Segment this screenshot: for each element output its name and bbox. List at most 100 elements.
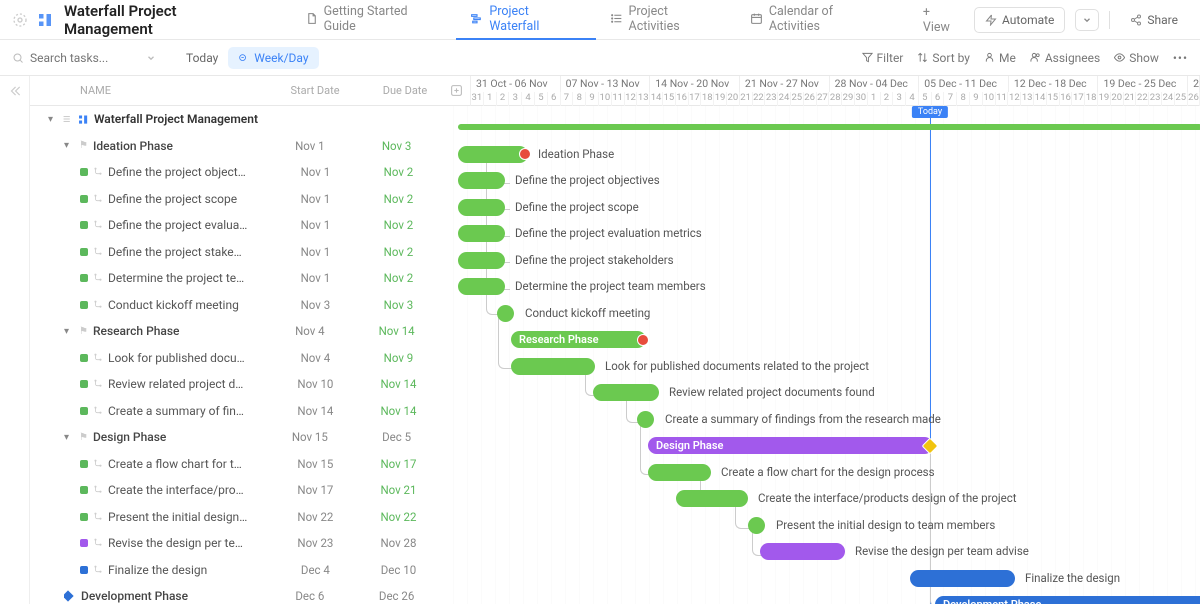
- gantt-bar[interactable]: [458, 199, 505, 216]
- gantt-panel[interactable]: TodayIdeation PhaseDefine the project ob…: [440, 106, 1200, 604]
- task-row[interactable]: Create a summary of finding...Nov 14Nov …: [30, 398, 440, 425]
- range-toggle[interactable]: Week/Day: [228, 47, 318, 69]
- gantt-bar[interactable]: [648, 464, 711, 481]
- task-row[interactable]: Review related project docu...Nov 10Nov …: [30, 371, 440, 398]
- me-button[interactable]: Me: [984, 51, 1016, 65]
- collapse-chevron-icon[interactable]: ▾: [64, 432, 74, 443]
- today-button[interactable]: Today: [176, 47, 228, 69]
- gantt-bar[interactable]: [458, 252, 505, 269]
- share-button[interactable]: Share: [1120, 8, 1188, 32]
- show-label: Show: [1129, 51, 1159, 65]
- start-date: Nov 15: [266, 430, 353, 444]
- status-dot: [80, 486, 88, 494]
- gantt-bar[interactable]: [458, 278, 505, 295]
- search-input[interactable]: [30, 51, 140, 65]
- gantt-bar-label: Define the project objectives: [515, 173, 660, 187]
- gantt-bar[interactable]: Research Phase: [511, 331, 646, 348]
- gantt-bar[interactable]: [676, 490, 748, 507]
- gantt-bar-label: Review related project documents found: [669, 385, 875, 399]
- gantt-bar[interactable]: Design Phase: [648, 437, 933, 454]
- filter-button[interactable]: Filter: [862, 51, 904, 65]
- task-row[interactable]: ▾Waterfall Project Management: [30, 106, 440, 133]
- collapse-chevron-icon[interactable]: ▾: [48, 114, 57, 125]
- search-box[interactable]: [12, 51, 156, 65]
- assignees-label: Assignees: [1045, 51, 1100, 65]
- gantt-bar[interactable]: [458, 225, 505, 242]
- gantt-milestone[interactable]: [748, 517, 765, 534]
- gantt-bar[interactable]: [458, 172, 505, 189]
- sort-button[interactable]: Sort by: [917, 51, 970, 65]
- day-number: 16: [1060, 92, 1073, 106]
- summary-bar[interactable]: [458, 124, 1200, 130]
- task-row[interactable]: Create a flow chart for the d...Nov 15No…: [30, 451, 440, 478]
- add-column-button[interactable]: [450, 84, 470, 97]
- task-title: Ideation Phase: [93, 139, 173, 153]
- task-row[interactable]: Determine the project team ...Nov 1Nov 2: [30, 265, 440, 292]
- gantt-bar[interactable]: Development Phase: [935, 596, 1200, 604]
- settings-icon[interactable]: [12, 12, 28, 28]
- day-number: 20: [1111, 92, 1124, 106]
- task-row[interactable]: Define the project scopeNov 1Nov 2: [30, 186, 440, 213]
- automate-button[interactable]: Automate: [974, 7, 1065, 33]
- task-row[interactable]: Look for published documen...Nov 4Nov 9: [30, 345, 440, 372]
- day-number: 18: [701, 92, 714, 106]
- gantt-milestone[interactable]: [637, 411, 654, 428]
- gantt-bar[interactable]: [593, 384, 659, 401]
- tab-project-activities[interactable]: Project Activities: [596, 0, 736, 40]
- gantt-bar[interactable]: [511, 358, 595, 375]
- task-row[interactable]: Present the initial design to t... Nov 22…: [30, 504, 440, 531]
- due-date: Nov 3: [353, 139, 440, 153]
- start-date: Nov 4: [266, 324, 353, 338]
- task-row[interactable]: Define the project objectivesNov 1Nov 2: [30, 159, 440, 186]
- start-date: Nov 15: [274, 457, 357, 471]
- tab-getting-started-guide[interactable]: Getting Started Guide: [291, 0, 457, 40]
- status-dot: [80, 221, 88, 229]
- task-row[interactable]: Development PhaseDec 6Dec 26: [30, 583, 440, 604]
- day-number: 21: [1124, 92, 1137, 106]
- tab-calendar-of-activities[interactable]: Calendar of Activities: [736, 0, 901, 40]
- task-row[interactable]: ▾⚑Ideation PhaseNov 1Nov 3: [30, 133, 440, 160]
- gantt-bar[interactable]: [910, 570, 1015, 587]
- task-row[interactable]: Define the project stakehold...Nov 1Nov …: [30, 239, 440, 266]
- day-number: 23: [765, 92, 778, 106]
- share-label: Share: [1147, 13, 1178, 27]
- tab-project-waterfall[interactable]: Project Waterfall: [456, 0, 595, 40]
- eye-icon: [1114, 52, 1125, 63]
- gantt-bar-label: Look for published documents related to …: [605, 359, 869, 373]
- day-number: 27: [817, 92, 830, 106]
- task-row[interactable]: Create the interface/product...Nov 17Nov…: [30, 477, 440, 504]
- gantt-bar[interactable]: [760, 543, 845, 560]
- day-number: 1: [868, 92, 881, 106]
- start-date: Nov 4: [274, 351, 357, 365]
- more-button[interactable]: •••: [1173, 51, 1188, 65]
- date-range: 28 Nov - 04 Dec: [830, 76, 920, 92]
- task-title: Create a flow chart for the d...: [108, 457, 248, 471]
- collapse-chevron-icon[interactable]: ▾: [64, 326, 74, 337]
- automate-dropdown[interactable]: [1075, 9, 1099, 31]
- assignees-button[interactable]: Assignees: [1030, 51, 1100, 65]
- show-button[interactable]: Show: [1114, 51, 1159, 65]
- task-row[interactable]: ▾⚑Design PhaseNov 15Dec 5: [30, 424, 440, 451]
- start-date: Nov 23: [274, 536, 357, 550]
- gantt-bar-label: Design Phase: [648, 439, 723, 452]
- task-row[interactable]: Conduct kickoff meetingNov 3Nov 3: [30, 292, 440, 319]
- day-number: 10: [983, 92, 996, 106]
- task-row[interactable]: ▾⚑Research PhaseNov 4Nov 14: [30, 318, 440, 345]
- task-row[interactable]: Define the project evaluation...Nov 1Nov…: [30, 212, 440, 239]
- task-title: Present the initial design to t...: [108, 510, 248, 524]
- day-number: 17: [689, 92, 702, 106]
- start-date: Nov 1: [274, 165, 357, 179]
- gantt-bar[interactable]: [458, 146, 528, 163]
- gantt-milestone[interactable]: [497, 305, 514, 322]
- due-date: Nov 22: [357, 510, 440, 524]
- task-title: Development Phase: [81, 589, 188, 603]
- day-number: 31: [471, 92, 484, 106]
- task-title: Design Phase: [93, 430, 166, 444]
- task-row[interactable]: Finalize the designDec 4Dec 10: [30, 557, 440, 584]
- task-row[interactable]: Revise the design per team a...Nov 23Nov…: [30, 530, 440, 557]
- chevron-down-icon[interactable]: [146, 53, 156, 63]
- add-view-button[interactable]: + View: [909, 0, 974, 40]
- me-label: Me: [999, 51, 1016, 65]
- collapse-chevron-icon[interactable]: ▾: [64, 140, 74, 151]
- collapse-strip[interactable]: [0, 76, 30, 604]
